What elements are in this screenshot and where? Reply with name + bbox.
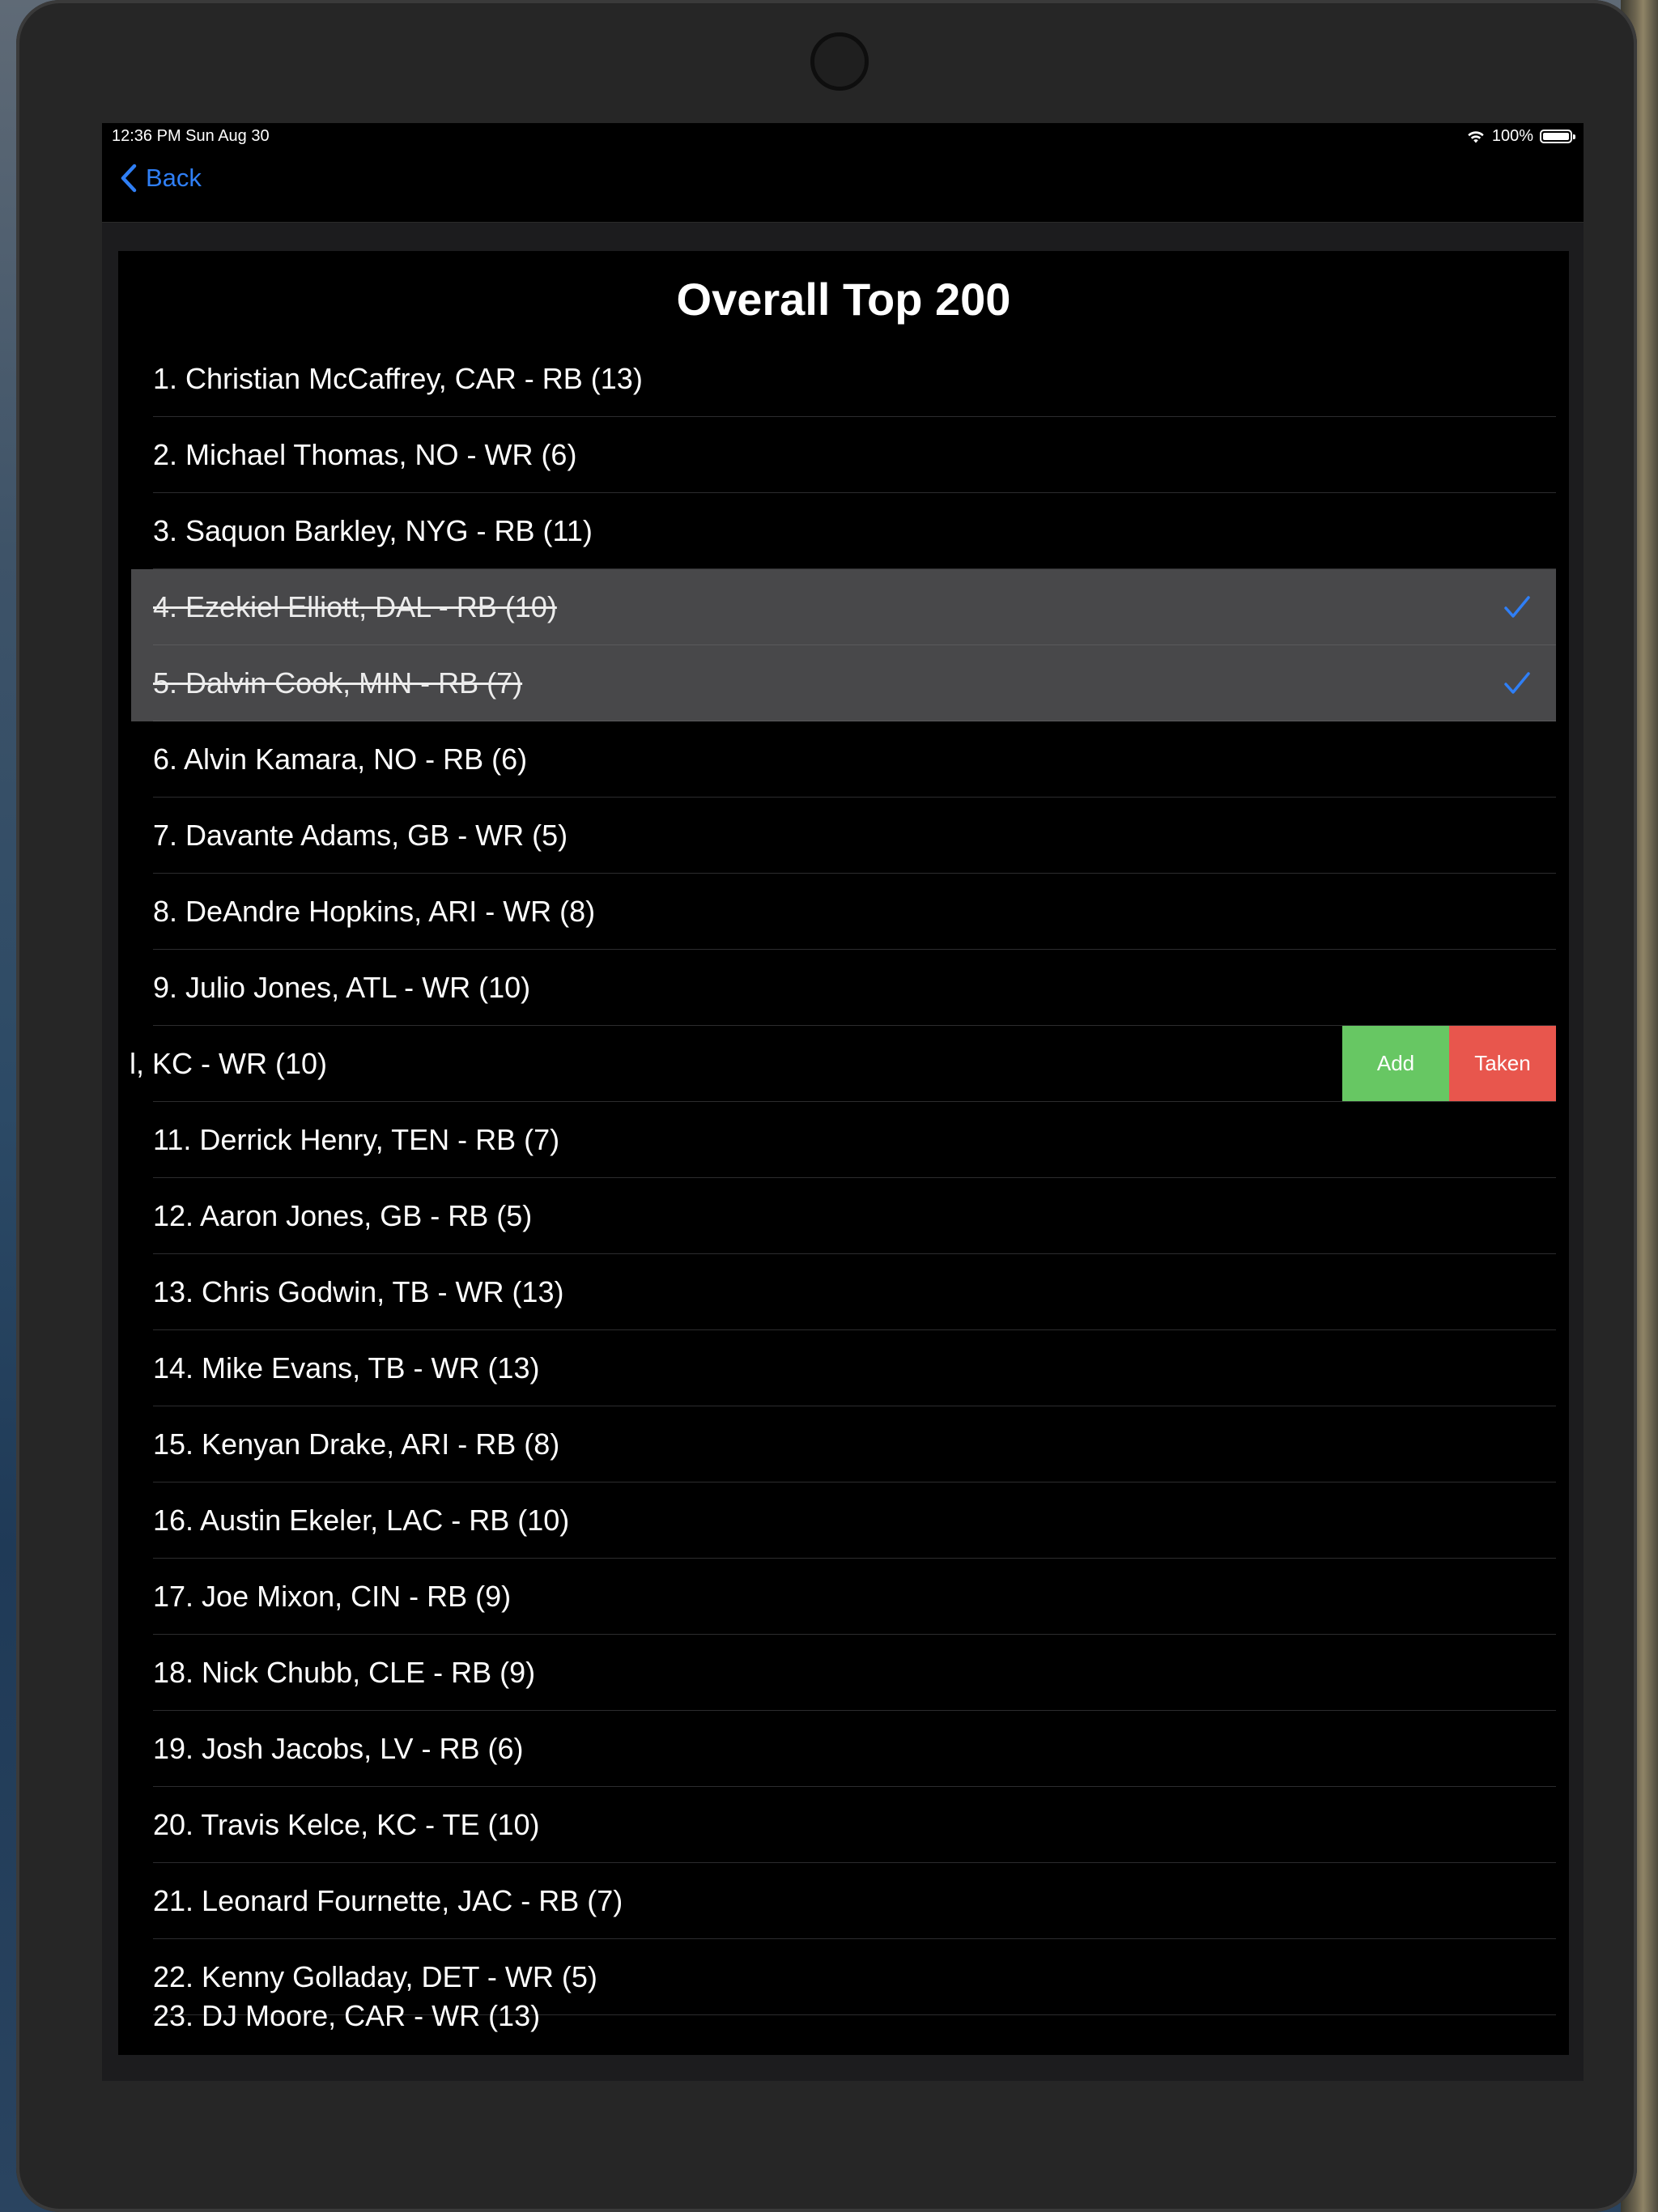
player-row-text: 12. Aaron Jones, GB - RB (5) [153,1199,533,1232]
player-row[interactable]: 20. Travis Kelce, KC - TE (10) [131,1787,1556,1863]
player-row-text: 4. Ezekiel Elliott, DAL - RB (10) [153,590,557,623]
player-row[interactable]: 13. Chris Godwin, TB - WR (13) [131,1254,1556,1330]
player-row-text: 5. Dalvin Cook, MIN - RB (7) [153,666,523,700]
player-row-text: 3. Saquon Barkley, NYG - RB (11) [153,514,593,547]
battery-percent: 100% [1491,127,1533,145]
player-row[interactable]: 23. DJ Moore, CAR - WR (13) [131,1999,1556,2055]
list-title: Overall Top 200 [676,273,1011,325]
player-row-text: 19. Josh Jacobs, LV - RB (6) [153,1732,524,1765]
player-row-text: 13. Chris Godwin, TB - WR (13) [153,1275,564,1308]
player-row-text: 9. Julio Jones, ATL - WR (10) [153,971,531,1004]
player-row[interactable]: 3. Saquon Barkley, NYG - RB (11) [131,493,1556,569]
player-row-text: 18. Nick Chubb, CLE - RB (9) [153,1656,536,1689]
player-list: 1. Christian McCaffrey, CAR - RB (13) 2. … [118,341,1569,2055]
taken-button[interactable]: Taken [1449,1026,1556,1101]
app-screen: 12:36 PM Sun Aug 30 100% Back Overall To… [102,123,1584,2081]
status-bar: 12:36 PM Sun Aug 30 100% [102,123,1584,149]
player-row[interactable]: 12. Aaron Jones, GB - RB (5) [131,1178,1556,1254]
player-row[interactable]: 11. Derrick Henry, TEN - RB (7) [131,1102,1556,1178]
player-row-text: l, KC - WR (10) [130,1047,328,1080]
player-row-text: 20. Travis Kelce, KC - TE (10) [153,1808,540,1841]
player-row-text: 17. Joe Mixon, CIN - RB (9) [153,1580,512,1613]
checkmark-icon [1504,672,1530,694]
player-row[interactable]: 1. Christian McCaffrey, CAR - RB (13) [131,341,1556,417]
player-row[interactable]: 15. Kenyan Drake, ARI - RB (8) [131,1406,1556,1482]
player-row[interactable]: 14. Mike Evans, TB - WR (13) [131,1330,1556,1406]
player-row[interactable]: 8. DeAndre Hopkins, ARI - WR (8) [131,874,1556,950]
back-label: Back [146,164,202,192]
player-row-text: 23. DJ Moore, CAR - WR (13) [153,1999,541,2032]
add-button[interactable]: Add [1342,1026,1449,1101]
status-indicators: 100% [1466,127,1575,146]
back-button[interactable]: Back [120,164,202,193]
ipad-device-frame: 12:36 PM Sun Aug 30 100% Back Overall To… [16,0,1637,2212]
navigation-bar: Back [102,149,1584,223]
player-row[interactable]: 18. Nick Chubb, CLE - RB (9) [131,1635,1556,1711]
player-row-text: 2. Michael Thomas, NO - WR (6) [153,438,577,471]
player-row-text: 15. Kenyan Drake, ARI - RB (8) [153,1427,560,1461]
camera-icon [810,32,869,91]
player-row[interactable]: 5. Dalvin Cook, MIN - RB (7) [131,645,1556,721]
player-row-text: 14. Mike Evans, TB - WR (13) [153,1351,540,1385]
player-row[interactable]: 9. Julio Jones, ATL - WR (10) [131,950,1556,1026]
chevron-left-icon [121,164,137,193]
player-row[interactable]: 21. Leonard Fournette, JAC - RB (7) [131,1863,1556,1939]
player-row-text: 16. Austin Ekeler, LAC - RB (10) [153,1504,570,1537]
status-time: 12:36 PM Sun Aug 30 [112,127,270,145]
player-row[interactable]: 17. Joe Mixon, CIN - RB (9) [131,1559,1556,1635]
player-row[interactable]: 6. Alvin Kamara, NO - RB (6) [131,721,1556,798]
swipe-actions: Add Taken [1342,1026,1556,1101]
player-row[interactable]: 7. Davante Adams, GB - WR (5) [131,798,1556,874]
battery-icon [1540,130,1575,143]
player-row[interactable]: 4. Ezekiel Elliott, DAL - RB (10) [131,569,1556,645]
player-row[interactable]: 16. Austin Ekeler, LAC - RB (10) [131,1482,1556,1559]
player-row-text: 7. Davante Adams, GB - WR (5) [153,819,568,852]
player-row-text: 11. Derrick Henry, TEN - RB (7) [153,1123,560,1156]
wifi-icon [1468,130,1484,143]
player-row[interactable]: 2. Michael Thomas, NO - WR (6) [131,417,1556,493]
player-row[interactable]: 19. Josh Jacobs, LV - RB (6) [131,1711,1556,1787]
player-row-text: 8. DeAndre Hopkins, ARI - WR (8) [153,895,596,928]
player-row[interactable]: l, KC - WR (10) Add Taken [130,1026,1556,1102]
rankings-panel: Overall Top 200 1. Christian McCaffrey, … [118,251,1569,2055]
checkmark-icon [1504,596,1530,618]
player-row-text: 21. Leonard Fournette, JAC - RB (7) [153,1884,623,1917]
player-row-text: 6. Alvin Kamara, NO - RB (6) [153,742,528,776]
player-row-text: 1. Christian McCaffrey, CAR - RB (13) [153,362,643,395]
